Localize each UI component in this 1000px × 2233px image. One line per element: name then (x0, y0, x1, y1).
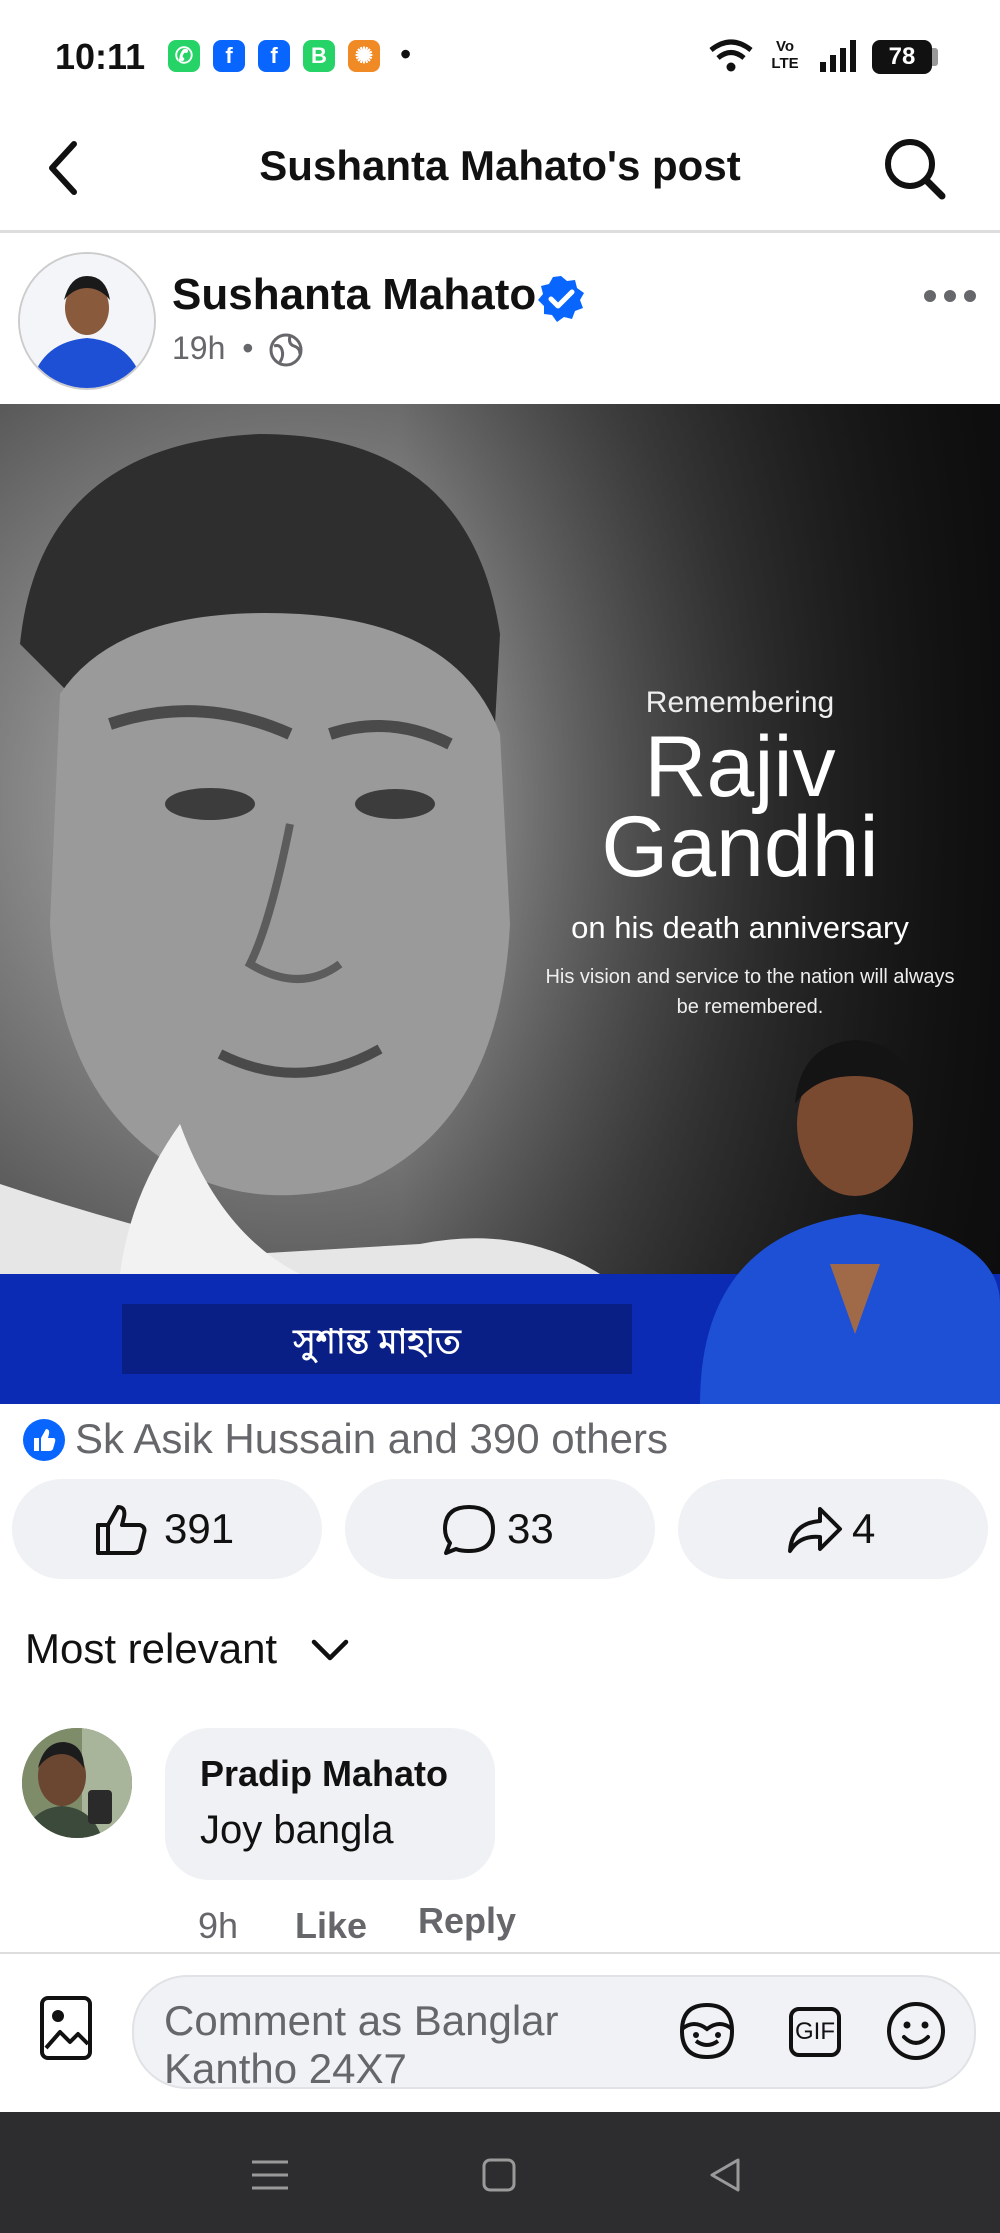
app-icon: ✺ (348, 40, 380, 72)
signal-icon (820, 40, 856, 72)
whatsapp-icon: ✆ (168, 40, 200, 72)
thumbs-up-icon (96, 1505, 147, 1555)
comment-input-placeholder: Comment as Banglar Kantho 24X7 (164, 1997, 559, 2089)
volte-icon: Vo LTE (771, 38, 799, 72)
wifi-icon (709, 39, 753, 72)
gif-label: GIF (795, 2018, 835, 2045)
author-avatar[interactable] (18, 252, 156, 390)
comment-reply-link[interactable]: Reply (418, 1900, 516, 1942)
facebook-icon: f (258, 40, 290, 72)
like-reaction-icon (23, 1419, 65, 1461)
post-header: Sushanta Mahato's post (0, 110, 1000, 233)
menu-icon[interactable] (250, 2158, 290, 2192)
share-count: 4 (852, 1505, 876, 1552)
photo-attach-icon[interactable] (38, 1994, 94, 2062)
comment-sort-dropdown[interactable]: Most relevant (25, 1625, 277, 1673)
more-notifications-dot: • (400, 36, 412, 72)
comment-text: Joy bangla (200, 1808, 394, 1852)
gif-icon[interactable]: GIF (789, 2007, 841, 2057)
search-icon[interactable] (880, 134, 950, 204)
page-title: Sushanta Mahato's post (259, 142, 741, 189)
post-timestamp: 19h (172, 330, 226, 366)
facebook-icon: f (213, 40, 245, 72)
image-caption-vision: His vision and service to the nation wil… (545, 966, 955, 988)
commenter-name[interactable]: Pradip Mahato (200, 1753, 448, 1795)
system-navigation-bar (0, 2112, 1000, 2233)
battery-cap (932, 48, 938, 66)
chevron-down-icon[interactable] (310, 1636, 350, 1664)
comment-button[interactable]: 33 (345, 1479, 655, 1579)
post-time: 19h • (172, 330, 261, 367)
comment-bubble-icon (443, 1505, 495, 1555)
back-nav-icon[interactable] (706, 2156, 744, 2194)
home-icon[interactable] (480, 2156, 518, 2194)
comment-time: 9h (198, 1905, 239, 1946)
like-button[interactable]: 391 (12, 1479, 322, 1579)
image-caption-remembering: Remembering (645, 686, 835, 719)
avatar-sticker-icon[interactable] (674, 2001, 740, 2061)
clock: 10:11 (55, 36, 146, 77)
sort-label: Most relevant (25, 1625, 278, 1672)
globe-icon (269, 333, 303, 367)
status-bar: 10:11 ✆ f f B ✺ • Vo LTE 78 (0, 0, 1000, 110)
whatsapp-business-icon: B (303, 40, 335, 72)
image-caption-anniversary: on his death anniversary (571, 910, 909, 945)
battery-indicator: 78 (872, 40, 932, 74)
comment-like-link[interactable]: Like (295, 1905, 367, 1947)
more-options-icon[interactable] (920, 284, 980, 308)
comment-bubble[interactable]: Pradip Mahato Joy bangla (165, 1728, 495, 1880)
image-caption-gandhi: Gandhi (601, 799, 879, 895)
image-caption-remembered: be remembered. (676, 996, 824, 1018)
separator-dot: • (242, 330, 254, 366)
author-name[interactable]: Sushanta Mahato (172, 270, 536, 320)
commenter-avatar[interactable] (22, 1728, 132, 1838)
comment-count: 33 (507, 1505, 554, 1552)
image-banner-name: সুশান্ত মাহাত (293, 1323, 461, 1361)
post-image[interactable]: Remembering Rajiv Gandhi on his death an… (0, 404, 1000, 1404)
like-count: 391 (164, 1505, 235, 1552)
reactions-summary[interactable]: Sk Asik Hussain and 390 others (75, 1415, 668, 1463)
share-arrow-icon (788, 1507, 842, 1553)
emoji-icon[interactable] (884, 1999, 948, 2063)
share-button[interactable]: 4 (678, 1479, 988, 1579)
comment-input[interactable]: Comment as Banglar Kantho 24X7 GIF (132, 1975, 976, 2089)
verified-badge-icon (538, 276, 584, 322)
